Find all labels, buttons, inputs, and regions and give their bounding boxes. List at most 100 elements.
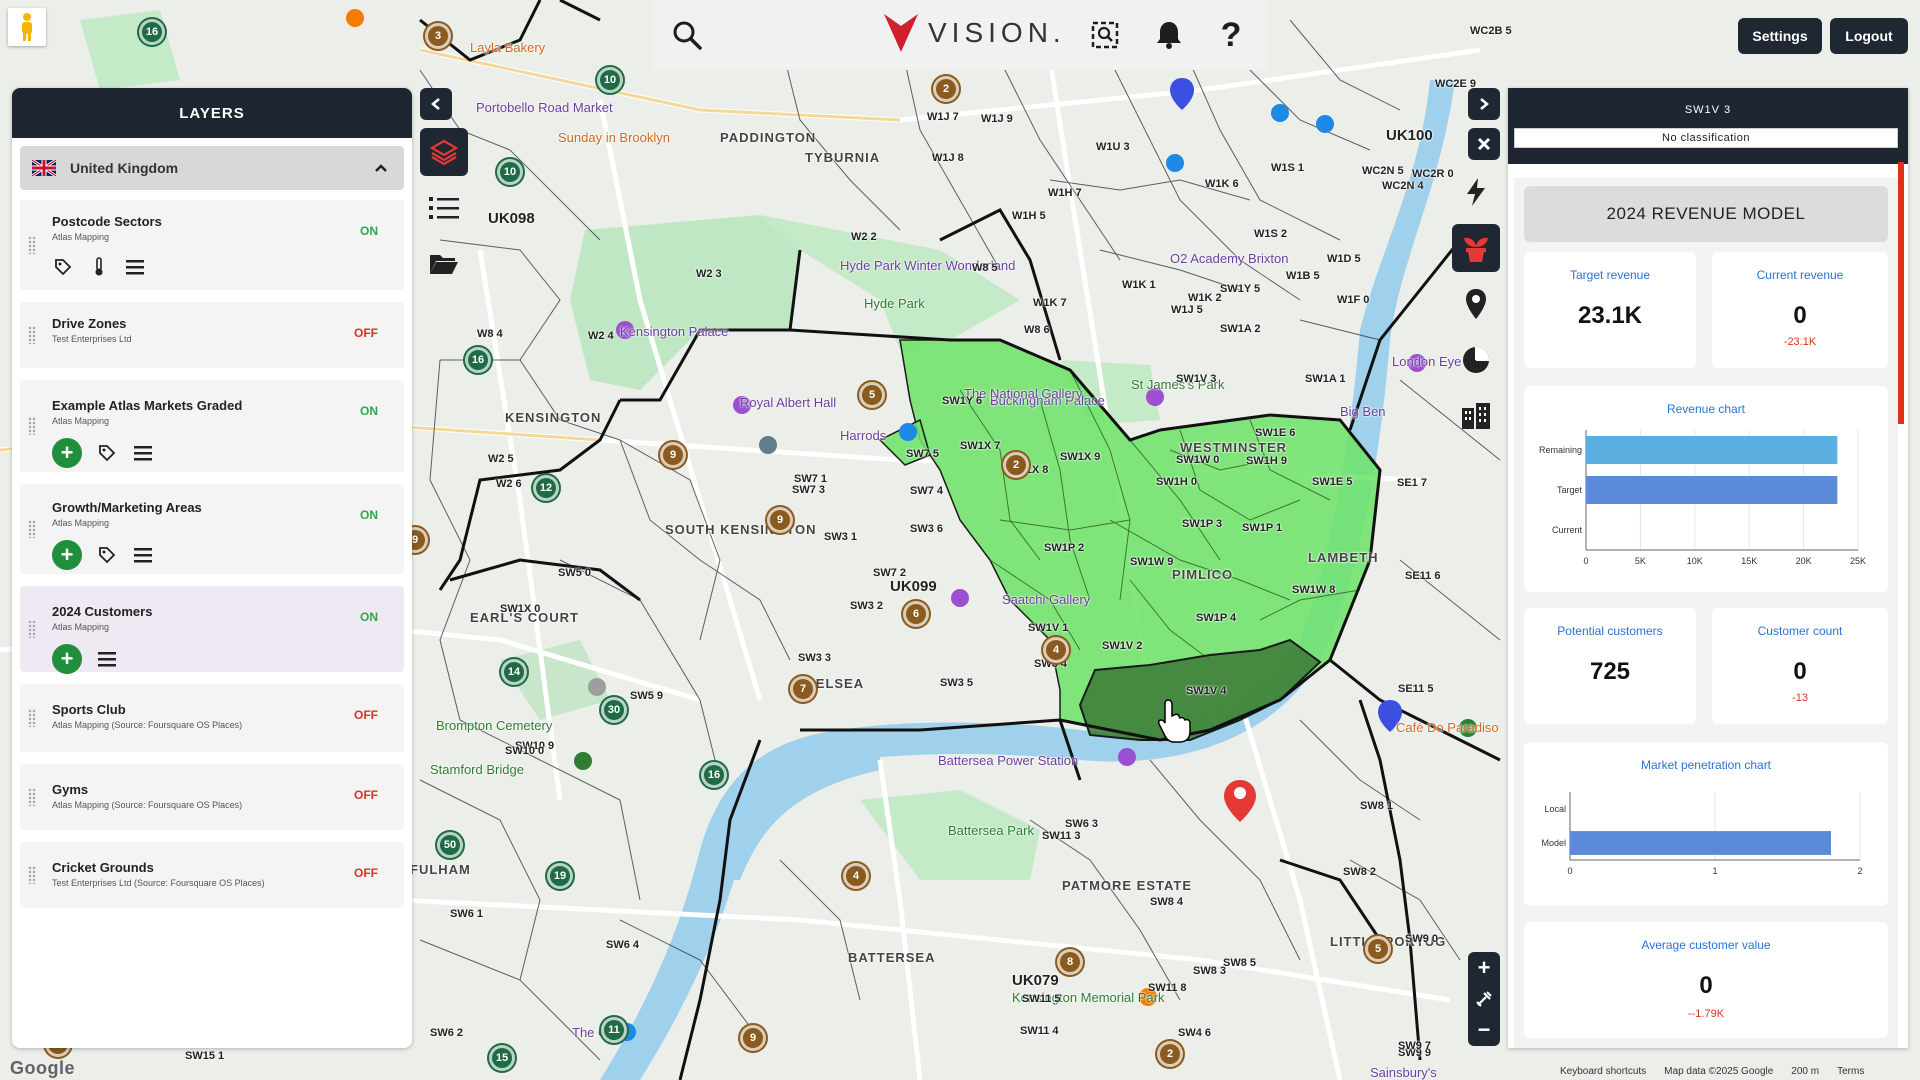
layer-toggle[interactable]: ON: [360, 404, 378, 418]
tag-icon[interactable]: [96, 544, 118, 566]
zoom-in-button[interactable]: +: [1468, 952, 1500, 983]
menu-icon[interactable]: [132, 442, 154, 464]
drag-handle-icon[interactable]: [28, 788, 36, 806]
chevron-up-icon[interactable]: [374, 160, 388, 176]
map-cluster-marker[interactable]: 4: [1043, 637, 1069, 663]
keyboard-shortcuts-link[interactable]: Keyboard shortcuts: [1560, 1066, 1646, 1077]
tag-icon[interactable]: [52, 256, 74, 278]
menu-icon[interactable]: [132, 544, 154, 566]
location-button[interactable]: [1452, 280, 1500, 328]
add-button[interactable]: +: [52, 540, 82, 570]
pie-chart-button[interactable]: [1452, 336, 1500, 384]
reset-view-button[interactable]: [1468, 983, 1500, 1014]
settings-button[interactable]: Settings: [1738, 18, 1822, 54]
terms-link[interactable]: Terms: [1837, 1066, 1864, 1077]
map-cluster-marker[interactable]: 12: [533, 475, 559, 501]
map-cluster-marker[interactable]: 11: [601, 1017, 627, 1043]
layer-item[interactable]: Example Atlas Markets Graded Atlas Mappi…: [20, 380, 404, 472]
map-cluster-marker[interactable]: 30: [601, 697, 627, 723]
chart-tick-label: 15K: [1741, 556, 1757, 566]
logout-button[interactable]: Logout: [1830, 18, 1908, 54]
layer-item[interactable]: Drive Zones Test Enterprises Ltd OFF: [20, 302, 404, 368]
map-cluster-marker[interactable]: 16: [465, 347, 491, 373]
layer-toggle[interactable]: OFF: [354, 866, 378, 880]
map-cluster-marker[interactable]: 16: [139, 19, 165, 45]
map-cluster-marker[interactable]: 5: [1365, 936, 1391, 962]
map-cluster-marker[interactable]: 14: [501, 659, 527, 685]
search-icon[interactable]: [668, 16, 706, 54]
layer-item[interactable]: Growth/Marketing Areas Atlas Mapping ON …: [20, 484, 404, 574]
drag-handle-icon[interactable]: [28, 709, 36, 727]
thermometer-icon[interactable]: [88, 256, 110, 278]
drag-handle-icon[interactable]: [28, 520, 36, 538]
close-button[interactable]: [1468, 128, 1500, 160]
collapse-left-button[interactable]: [420, 88, 452, 120]
folder-button[interactable]: [420, 240, 468, 288]
map-cluster-marker[interactable]: 5: [859, 382, 885, 408]
map-label: W1S 1: [1271, 162, 1305, 174]
drag-handle-icon[interactable]: [28, 620, 36, 638]
scrollbar[interactable]: [1898, 162, 1904, 424]
layer-item[interactable]: Sports Club Atlas Mapping (Source: Fours…: [20, 684, 404, 752]
layer-item[interactable]: Gyms Atlas Mapping (Source: Foursquare O…: [20, 764, 404, 830]
layer-toggle[interactable]: OFF: [354, 326, 378, 340]
drag-handle-icon[interactable]: [28, 326, 36, 344]
map-label: SW7 4: [910, 485, 944, 497]
map-cluster-marker[interactable]: 7: [790, 676, 816, 702]
map-cluster-marker[interactable]: 6: [903, 601, 929, 627]
layers-toggle-button[interactable]: [420, 128, 468, 176]
map-cluster-marker[interactable]: 2: [933, 76, 959, 102]
layer-source: Atlas Mapping: [52, 518, 110, 528]
country-selector[interactable]: United Kingdom: [20, 146, 404, 190]
drag-handle-icon[interactable]: [28, 417, 36, 435]
map-cluster-marker[interactable]: 9: [660, 442, 686, 468]
menu-icon[interactable]: [124, 256, 146, 278]
map-cluster-marker[interactable]: 9: [767, 507, 793, 533]
map-cluster-marker[interactable]: 16: [701, 762, 727, 788]
collapse-right-button[interactable]: [1468, 88, 1500, 120]
layer-toggle[interactable]: ON: [360, 224, 378, 238]
drag-handle-icon[interactable]: [28, 236, 36, 254]
map-cluster-marker[interactable]: 9: [740, 1025, 766, 1051]
map-cluster-marker[interactable]: 2: [1003, 452, 1029, 478]
map-cluster-marker[interactable]: 8: [1057, 949, 1083, 975]
lightning-button[interactable]: [1452, 168, 1500, 216]
menu-icon[interactable]: [96, 648, 118, 670]
layer-item[interactable]: Postcode Sectors Atlas Mapping ON: [20, 200, 404, 290]
card-label: Target revenue: [1569, 268, 1651, 282]
tag-icon[interactable]: [96, 442, 118, 464]
map-label: SW5 9: [630, 690, 664, 702]
street-view-icon[interactable]: [8, 8, 46, 46]
map-label: SW3 3: [798, 652, 832, 664]
map-cluster-marker[interactable]: 2: [1157, 1041, 1183, 1067]
bell-icon[interactable]: [1150, 16, 1188, 54]
map-cluster-marker[interactable]: 15: [489, 1045, 515, 1071]
add-button[interactable]: +: [52, 438, 82, 468]
layer-toggle[interactable]: ON: [360, 610, 378, 624]
logo-text: VISION.: [928, 17, 1066, 48]
customer-count-card: Customer count 0 -13: [1712, 608, 1888, 724]
map-cluster-marker[interactable]: 10: [497, 159, 523, 185]
plant-button[interactable]: [1452, 224, 1500, 272]
map-cluster-marker[interactable]: 3: [425, 23, 451, 49]
map-cluster-marker[interactable]: 19: [547, 863, 573, 889]
area-select-icon[interactable]: [1086, 16, 1124, 54]
layer-toggle[interactable]: OFF: [354, 788, 378, 802]
drag-handle-icon[interactable]: [28, 866, 36, 884]
zoom-out-button[interactable]: −: [1468, 1014, 1500, 1045]
list-button[interactable]: [420, 184, 468, 232]
help-icon[interactable]: ?: [1212, 16, 1250, 54]
layer-source: Atlas Mapping (Source: Foursquare OS Pla…: [52, 800, 243, 810]
classification-field[interactable]: No classification: [1514, 128, 1898, 148]
map-cluster-marker[interactable]: 50: [437, 832, 463, 858]
map-cluster-marker[interactable]: 4: [843, 863, 869, 889]
layer-item[interactable]: Cricket Grounds Test Enterprises Ltd (So…: [20, 842, 404, 908]
layer-toggle[interactable]: ON: [360, 508, 378, 522]
map-label: Brompton Cemetery: [436, 718, 553, 733]
map-cluster-marker[interactable]: 10: [597, 67, 623, 93]
buildings-button[interactable]: [1452, 392, 1500, 440]
map-label: UK099: [890, 578, 937, 595]
layer-toggle[interactable]: OFF: [354, 708, 378, 722]
add-button[interactable]: +: [52, 644, 82, 674]
layer-item[interactable]: 2024 Customers Atlas Mapping ON +: [20, 586, 404, 674]
